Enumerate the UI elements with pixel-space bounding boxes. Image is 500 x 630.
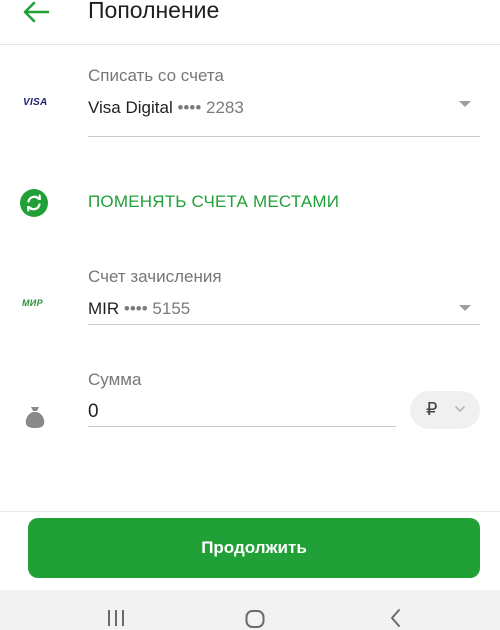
amount-input[interactable] bbox=[88, 398, 396, 427]
swap-refresh-icon bbox=[20, 189, 48, 217]
from-card-name: Visa Digital bbox=[88, 98, 173, 117]
app-bar: Пополнение bbox=[0, 0, 500, 45]
currency-selector[interactable]: ₽ bbox=[410, 391, 480, 429]
to-account-label: Счет зачисления bbox=[88, 267, 222, 286]
nav-back-icon[interactable] bbox=[388, 608, 404, 628]
footer-divider bbox=[0, 511, 500, 512]
to-account-value[interactable]: MIR •••• 5155 bbox=[88, 299, 190, 319]
to-dropdown-caret-icon[interactable] bbox=[459, 305, 471, 311]
to-card-name: MIR bbox=[88, 299, 120, 318]
from-dropdown-caret-icon[interactable] bbox=[459, 101, 471, 107]
to-card-mask: •••• 5155 bbox=[123, 299, 191, 318]
visa-logo-icon: VISA bbox=[23, 97, 48, 108]
from-account-underline bbox=[88, 136, 480, 137]
amount-label: Сумма bbox=[88, 370, 142, 389]
recent-apps-icon[interactable] bbox=[106, 610, 126, 626]
home-icon[interactable] bbox=[245, 610, 265, 628]
chevron-down-icon bbox=[455, 406, 465, 412]
from-card-mask: •••• 2283 bbox=[177, 98, 244, 117]
swap-accounts-label: ПОМЕНЯТЬ СЧЕТА МЕСТАМИ bbox=[88, 192, 340, 211]
money-bag-icon bbox=[25, 407, 45, 428]
from-account-label: Списать со счета bbox=[88, 66, 224, 85]
ruble-icon: ₽ bbox=[426, 399, 438, 419]
page-title: Пополнение bbox=[88, 0, 220, 23]
back-arrow-icon[interactable] bbox=[20, 0, 52, 26]
continue-button[interactable]: Продолжить bbox=[28, 518, 480, 578]
from-account-value[interactable]: Visa Digital •••• 2283 bbox=[88, 98, 244, 118]
to-account-underline bbox=[88, 324, 480, 325]
mir-logo-icon: МИР bbox=[22, 298, 43, 308]
system-nav-bar bbox=[0, 590, 500, 630]
